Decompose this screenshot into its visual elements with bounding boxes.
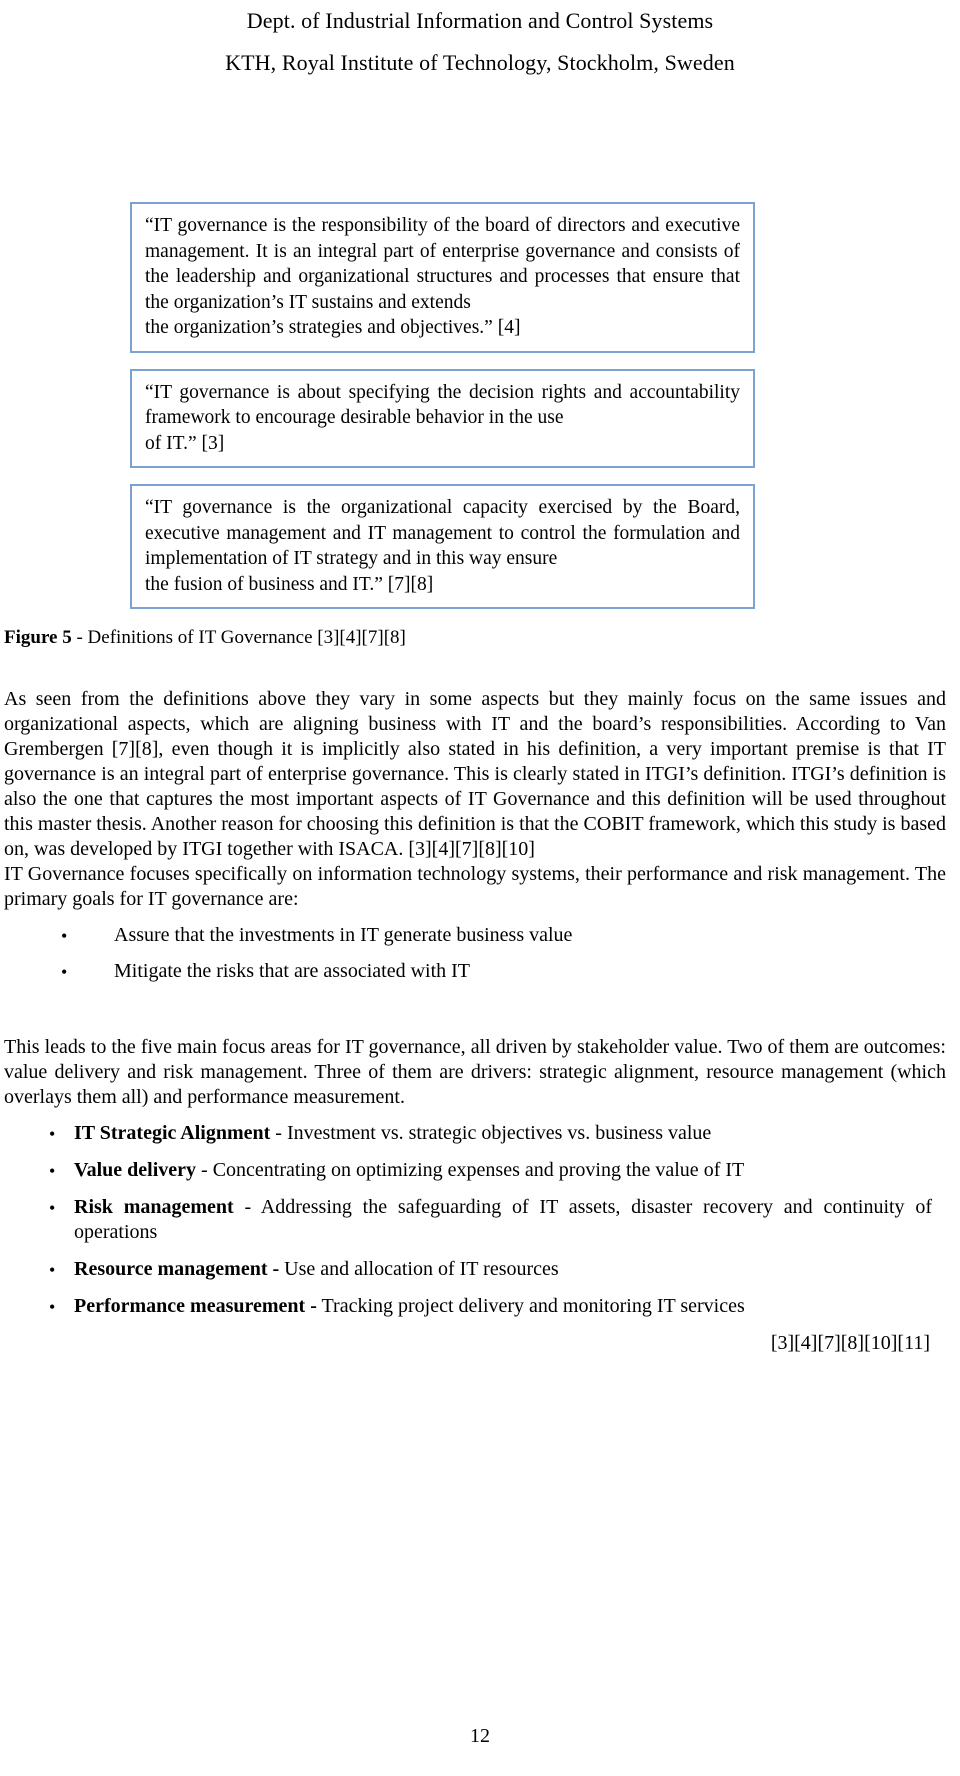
header-institution-line: KTH, Royal Institute of Technology, Stoc…	[225, 50, 735, 75]
definition-box-itgi-tail: the organization’s strategies and object…	[145, 317, 521, 338]
body-paragraph-1: As seen from the definitions above they …	[4, 688, 946, 860]
figure-caption-label: Figure 5	[4, 627, 72, 648]
definition-box-weill-ross-text: “IT governance is about specifying the d…	[145, 381, 740, 429]
bullet-icon: •	[49, 1260, 56, 1280]
list-item: • Resource management - Use and allocatio…	[4, 1257, 946, 1282]
list-item-label: Assure that the investments in IT genera…	[114, 924, 573, 946]
document-header: Dept. of Industrial Information and Cont…	[0, 0, 960, 80]
definition-box-itgi: “IT governance is the responsibility of …	[130, 202, 755, 353]
bullet-icon: •	[49, 1198, 56, 1218]
header-department-line: Dept. of Industrial Information and Cont…	[246, 8, 714, 33]
focus-areas-list: • IT Strategic Alignment - Investment vs.…	[4, 1121, 946, 1319]
focus-area-term: IT Strategic Alignment	[74, 1122, 271, 1144]
focus-area-term: Value delivery	[74, 1159, 197, 1181]
references-line: [3][4][7][8][10][11]	[770, 1332, 930, 1354]
bullet-icon: •	[61, 926, 68, 946]
page-number: 12	[470, 1725, 490, 1747]
list-item: • Risk management - Addressing the safegu…	[4, 1195, 946, 1245]
body-content: As seen from the definitions above they …	[0, 687, 960, 1356]
definition-box-van-grembergen: “IT governance is the organizational cap…	[130, 484, 755, 609]
focus-area-term: Resource management -	[74, 1258, 280, 1280]
definition-box-van-grembergen-text: “IT governance is the organizational cap…	[145, 497, 740, 569]
document-page: Dept. of Industrial Information and Cont…	[0, 0, 960, 1776]
figure-caption-text: - Definitions of IT Governance [3][4][7]…	[71, 627, 406, 648]
definition-box-weill-ross: “IT governance is about specifying the d…	[130, 368, 755, 468]
bullet-icon: •	[61, 962, 68, 982]
focus-area-description: - Concentrating on optimizing expenses a…	[196, 1159, 745, 1181]
bullet-icon: •	[49, 1297, 56, 1317]
focus-area-description: Tracking project delivery and monitoring…	[316, 1295, 745, 1317]
bullet-icon: •	[49, 1161, 56, 1181]
primary-goals-list: • Assure that the investments in IT gener…	[4, 923, 946, 984]
bullet-icon: •	[49, 1124, 56, 1144]
definition-box-weill-ross-tail: of IT.” [3]	[145, 432, 225, 454]
list-item: • Value delivery - Concentrating on optim…	[4, 1158, 946, 1183]
definition-box-van-grembergen-tail: the fusion of business and IT.” [7][8]	[145, 573, 434, 595]
focus-area-description: - Investment vs. strategic objectives vs…	[270, 1122, 712, 1144]
focus-area-term: Performance measurement -	[74, 1295, 317, 1317]
definition-box-itgi-text: “IT governance is the responsibility of …	[145, 215, 740, 313]
list-item: • Assure that the investments in IT gener…	[4, 923, 946, 948]
figure-caption: Figure 5 - Definitions of IT Governance …	[0, 625, 960, 651]
focus-area-term: Risk management	[74, 1196, 234, 1218]
focus-area-description: Use and allocation of IT resources	[279, 1258, 559, 1280]
list-item: • Performance measurement - Tracking proj…	[4, 1294, 946, 1319]
list-item-label: Mitigate the risks that are associated w…	[114, 960, 471, 982]
list-item: • IT Strategic Alignment - Investment vs.…	[4, 1121, 946, 1146]
list-item: • Mitigate the risks that are associated …	[4, 959, 946, 984]
definitions-figure: “IT governance is the responsibility of …	[0, 202, 960, 609]
body-paragraph-3: This leads to the five main focus areas …	[4, 1036, 946, 1108]
body-paragraph-2: IT Governance focuses specifically on in…	[4, 863, 946, 910]
